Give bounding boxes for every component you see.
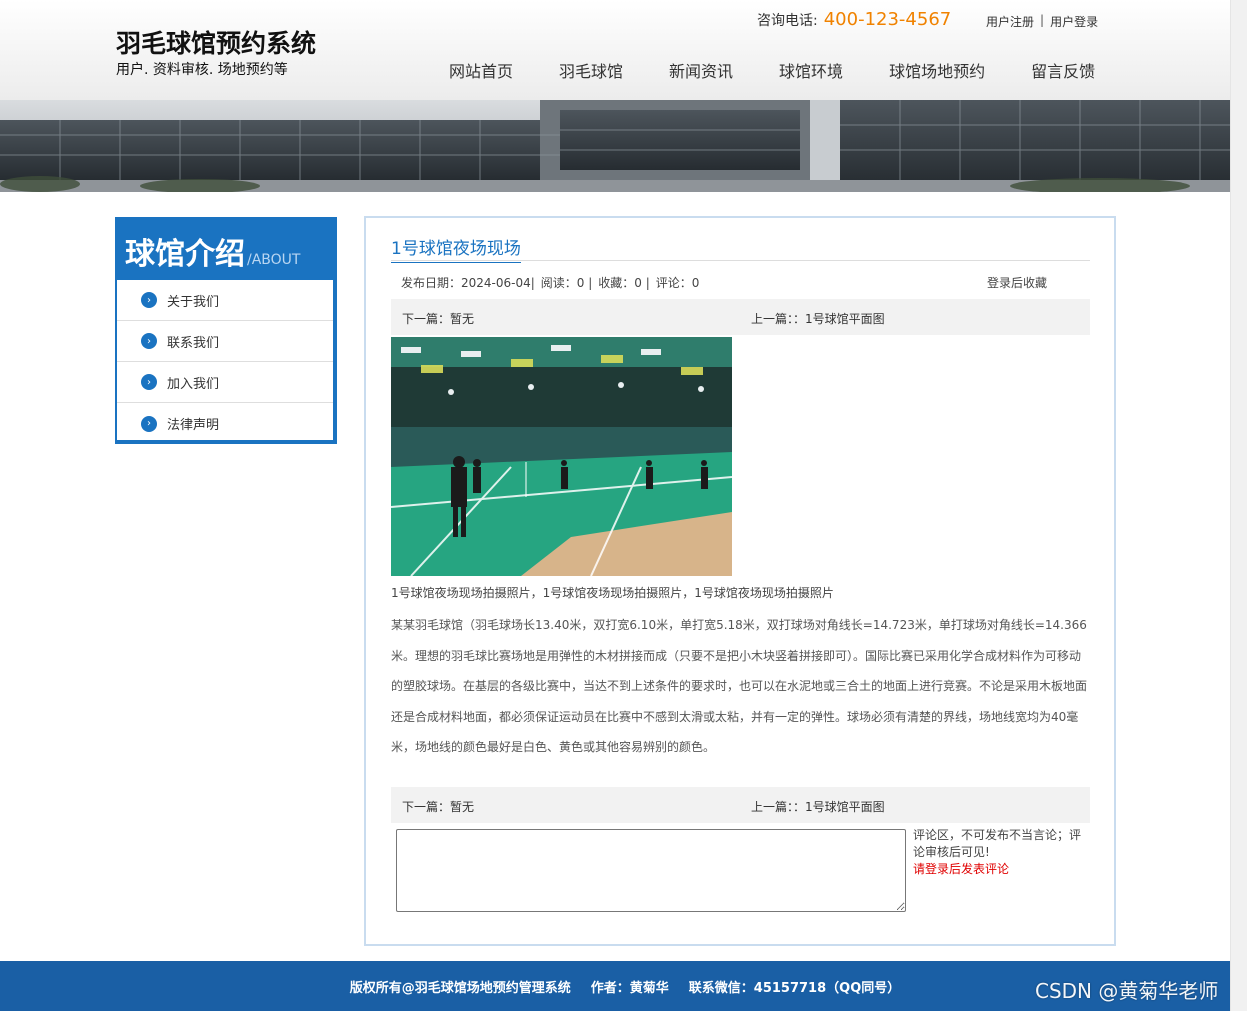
comment-login-link[interactable]: 请登录后发表评论 xyxy=(913,861,1091,878)
article-panel: 1号球馆夜场现场 发布日期：2024-06-04| 阅读：0 | 收藏：0 | … xyxy=(364,216,1116,946)
next-article-link[interactable]: 下一篇：暂无 xyxy=(402,310,474,327)
publish-date: 发布日期：2024-06-04| xyxy=(401,276,535,290)
chevron-right-icon: › xyxy=(141,415,157,432)
chevron-right-icon: › xyxy=(141,333,157,349)
comment-count: 评论：0 xyxy=(655,276,700,290)
sidebar-header: 球馆介绍 /ABOUT xyxy=(117,219,333,280)
favorite-login-link[interactable]: 登录后收藏 xyxy=(987,274,1047,291)
chevron-right-icon: › xyxy=(141,374,157,390)
article-meta: 发布日期：2024-06-04| 阅读：0 | 收藏：0 | 评论：0 xyxy=(401,274,699,291)
footer-author: 作者：黄菊华 xyxy=(590,980,669,996)
sidebar-item-label: 关于我们 xyxy=(167,294,220,310)
link-separator: | xyxy=(1040,13,1045,27)
nav-home[interactable]: 网站首页 xyxy=(426,58,536,82)
title-divider xyxy=(391,260,1090,261)
article-title: 1号球馆夜场现场 xyxy=(391,234,521,263)
sidebar-item-label: 加入我们 xyxy=(167,376,220,392)
csdn-watermark: CSDN @黄菊华老师 xyxy=(1035,979,1219,1003)
chevron-right-icon: › xyxy=(141,292,157,308)
comment-rules: 评论区，不可发布不当言论；评论审核后可见! xyxy=(913,828,1082,859)
sidebar-item-legal[interactable]: › 法律声明 xyxy=(117,403,333,444)
hotline: 咨询电话: 400-123-4567 xyxy=(757,9,951,30)
comment-notice: 评论区，不可发布不当言论；评论审核后可见! 请登录后发表评论 xyxy=(913,827,1091,878)
read-count: 阅读：0 | xyxy=(540,276,593,290)
account-links: 用户注册 | 用户登录 xyxy=(986,13,1098,30)
badminton-court-illustration xyxy=(391,337,732,576)
nav-environment[interactable]: 球馆环境 xyxy=(756,58,866,82)
sidebar-item-label: 法律声明 xyxy=(167,418,220,433)
nav-court-booking[interactable]: 球馆场地预约 xyxy=(866,58,1008,82)
comment-input[interactable] xyxy=(396,829,906,912)
court-photo xyxy=(391,337,732,576)
article-pager-top: 下一篇：暂无 上一篇：：1号球馆平面图 xyxy=(391,299,1090,335)
favorite-count: 收藏：0 | xyxy=(598,276,650,290)
nav-news[interactable]: 新闻资讯 xyxy=(646,58,756,82)
about-sidebar: 球馆介绍 /ABOUT › 关于我们 › 联系我们 › 加入我们 › 法律声明 xyxy=(115,217,337,444)
prev-article-link[interactable]: 上一篇：：1号球馆平面图 xyxy=(751,310,885,327)
next-article-link[interactable]: 下一篇：暂无 xyxy=(402,798,474,815)
nav-badminton-halls[interactable]: 羽毛球馆 xyxy=(536,58,646,82)
register-link[interactable]: 用户注册 xyxy=(986,13,1034,30)
photo-caption: 1号球馆夜场现场拍摄照片，1号球馆夜场现场拍摄照片，1号球馆夜场现场拍摄照片 xyxy=(391,586,834,600)
article-body: 某某羽毛球馆（羽毛球场长13.40米，双打宽6.10米，单打宽5.18米，双打球… xyxy=(391,618,1088,754)
sidebar-item-about-us[interactable]: › 关于我们 xyxy=(117,280,333,321)
page-scrollbar[interactable] xyxy=(1230,0,1247,1011)
sidebar-item-label: 联系我们 xyxy=(167,335,220,351)
article-pager-bottom: 下一篇：暂无 上一篇：：1号球馆平面图 xyxy=(391,787,1090,823)
prev-article-link[interactable]: 上一篇：：1号球馆平面图 xyxy=(751,798,885,815)
building-banner-image xyxy=(0,100,1230,192)
sidebar-title-en: /ABOUT xyxy=(247,252,301,268)
site-title: 羽毛球馆预约系统 xyxy=(116,29,317,58)
footer-copyright: 版权所有@羽毛球馆场地预约管理系统 xyxy=(349,980,571,996)
hotline-label: 咨询电话: xyxy=(757,13,818,29)
building-illustration xyxy=(0,100,1230,192)
sidebar-title: 球馆介绍 xyxy=(125,237,245,272)
main-nav: 网站首页 羽毛球馆 新闻资讯 球馆环境 球馆场地预约 留言反馈 xyxy=(426,58,1118,82)
site-header: 羽毛球馆预约系统 用户. 资料审核. 场地预约等 咨询电话: 400-123-4… xyxy=(0,0,1230,100)
login-link[interactable]: 用户登录 xyxy=(1050,13,1098,30)
sidebar-item-join-us[interactable]: › 加入我们 xyxy=(117,362,333,403)
footer-contact: 联系微信：45157718（QQ同号） xyxy=(688,980,901,996)
nav-feedback[interactable]: 留言反馈 xyxy=(1008,58,1118,82)
site-subtitle: 用户. 资料审核. 场地预约等 xyxy=(116,62,288,78)
hotline-number: 400-123-4567 xyxy=(823,9,952,30)
sidebar-item-contact-us[interactable]: › 联系我们 xyxy=(117,321,333,362)
